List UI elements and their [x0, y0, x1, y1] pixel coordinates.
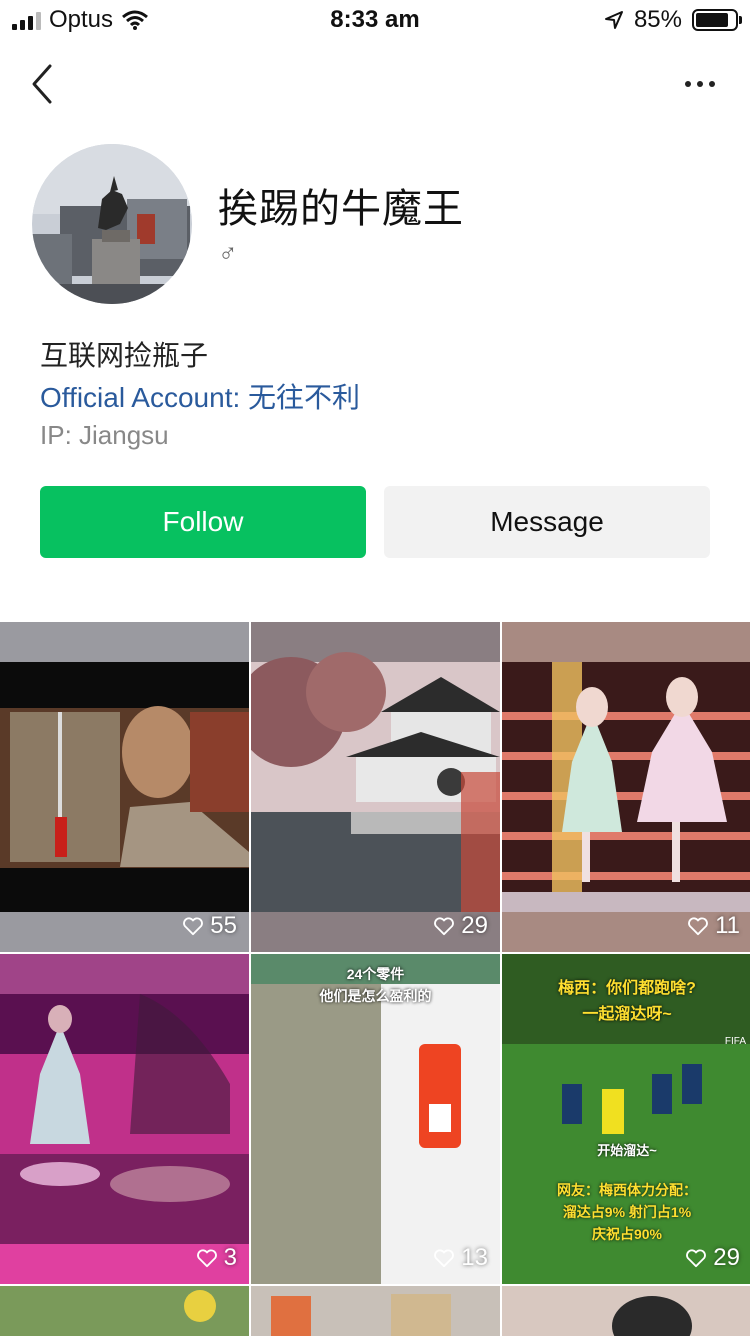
back-icon[interactable] — [28, 62, 60, 106]
video-thumbnail[interactable]: 梅西：你们都跑啥? 一起溜达呀~ 开始溜达~ 网友：梅西体力分配： 溜达占9% … — [502, 954, 750, 1284]
heart-icon — [434, 1249, 455, 1268]
video-caption: 庆祝占90% — [591, 1226, 663, 1242]
ip-location: IP: Jiangsu — [40, 420, 169, 450]
video-thumbnail[interactable]: 3 — [0, 954, 249, 1284]
heart-icon — [196, 1249, 217, 1268]
avatar[interactable] — [32, 144, 192, 304]
location-arrow-icon — [604, 11, 623, 29]
video-thumbnail[interactable] — [0, 1286, 249, 1336]
message-button[interactable]: Message — [384, 486, 710, 558]
video-caption: 他们是怎么盈利的 — [319, 988, 432, 1004]
video-caption: 24个零件 — [346, 966, 405, 982]
status-bar: Optus 8:33 am 85% — [0, 0, 750, 42]
video-thumbnail[interactable]: 11 — [502, 622, 750, 952]
like-count: 29 — [685, 1244, 740, 1272]
video-thumbnail[interactable] — [251, 1286, 500, 1336]
official-account-link[interactable]: Official Account: 无往不利 — [40, 376, 360, 416]
nav-bar — [0, 50, 750, 120]
profile-name: 挨踢的牛魔王 — [218, 187, 464, 231]
like-count: 29 — [433, 912, 488, 940]
battery-icon — [692, 9, 742, 31]
follow-button[interactable]: Follow — [40, 486, 366, 558]
video-grid: 55 29 11 3 24个零件 他们是怎么盈利的 13 梅西：你们都跑啥? 一… — [0, 622, 750, 1336]
battery-percent: 85% — [633, 6, 682, 33]
like-count: 13 — [433, 1244, 488, 1272]
video-thumbnail[interactable]: 24个零件 他们是怎么盈利的 13 — [251, 954, 500, 1284]
status-right: 85% — [604, 6, 742, 34]
gender-icon: ♂ — [218, 238, 238, 268]
video-thumbnail[interactable]: 29 — [251, 622, 500, 952]
video-caption: 溜达占9% 射门占1% — [562, 1204, 692, 1220]
more-icon[interactable] — [680, 70, 720, 98]
profile-bio: 互联网捡瓶子 — [40, 340, 209, 371]
video-caption: 一起溜达呀~ — [582, 1006, 672, 1023]
like-count: 3 — [196, 1244, 237, 1272]
video-thumbnail[interactable] — [502, 1286, 750, 1336]
like-count: 11 — [687, 912, 740, 940]
heart-icon — [686, 1249, 707, 1268]
fifa-badge: FIFA — [724, 1036, 746, 1047]
heart-icon — [434, 917, 455, 936]
video-caption: 网友：梅西体力分配： — [557, 1182, 697, 1198]
video-thumbnail[interactable]: 55 — [0, 622, 249, 952]
heart-icon — [688, 917, 708, 936]
heart-icon — [183, 917, 204, 936]
like-count: 55 — [182, 912, 237, 940]
video-caption: 开始溜达~ — [597, 1143, 657, 1158]
video-caption: 梅西：你们都跑啥? — [558, 980, 696, 997]
